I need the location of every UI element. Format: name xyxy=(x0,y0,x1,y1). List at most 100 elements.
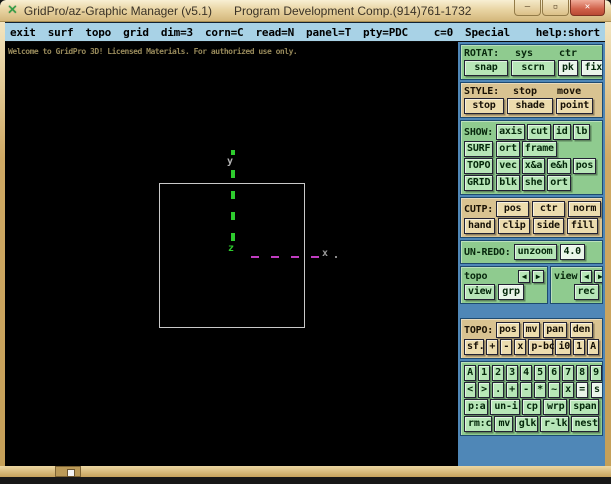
menu-item-exit[interactable]: exit xyxy=(10,26,36,39)
rotat-mode-ctr[interactable]: ctr xyxy=(559,48,577,59)
topo-button-1[interactable]: 1 xyxy=(573,339,585,355)
menu-item-dim-3[interactable]: dim=3 xyxy=(161,26,193,39)
keypad-button-span[interactable]: span xyxy=(569,399,599,415)
keypad-button-r-lk[interactable]: r-lk xyxy=(540,416,569,432)
topo-button-a[interactable]: A xyxy=(587,339,599,355)
rec-button[interactable]: rec xyxy=(573,284,599,300)
cutp-button-fill[interactable]: fill xyxy=(566,218,599,234)
rotat-button-fix[interactable]: fix xyxy=(580,60,602,76)
cutp-button-side[interactable]: side xyxy=(532,218,564,234)
cutp-button-clip[interactable]: clip xyxy=(498,218,530,234)
topo-button-sf[interactable]: sf. xyxy=(464,339,485,355)
menu-item-pty-pdc[interactable]: pty=PDC xyxy=(363,26,408,39)
menu-item-read-n[interactable]: read=N xyxy=(255,26,294,39)
show-button-id[interactable]: id xyxy=(552,124,571,140)
minimize-button[interactable]: – xyxy=(514,0,541,16)
style-button-shade[interactable]: shade xyxy=(507,98,553,114)
topo-show-button-x-a[interactable]: x&a xyxy=(521,158,546,174)
keypad-button-[interactable]: ~ xyxy=(548,382,560,398)
canvas-viewport[interactable]: Welcome to GridPro 3D! Licensed Material… xyxy=(5,42,458,466)
menu-item-help-short[interactable]: help:short xyxy=(536,26,600,39)
keypad-button-2[interactable]: 2 xyxy=(492,365,504,381)
style-mode-stop[interactable]: stop xyxy=(513,86,537,97)
view-next-icon[interactable]: ▶ xyxy=(594,270,602,283)
grid-button-ort[interactable]: ort xyxy=(547,175,571,191)
keypad-button-[interactable]: - xyxy=(520,382,532,398)
resize-grip[interactable] xyxy=(55,466,81,477)
topo-button-pos[interactable]: pos xyxy=(496,322,520,338)
menu-item-grid[interactable]: grid xyxy=(123,26,149,39)
keypad-button-s[interactable]: s xyxy=(591,382,602,398)
rotat-button-pk[interactable]: pk xyxy=(558,60,578,76)
keypad-button-6[interactable]: 6 xyxy=(548,365,560,381)
topo-show-button-pos[interactable]: pos xyxy=(572,158,597,174)
keypad-button-[interactable]: . xyxy=(492,382,504,398)
topo-button-pan[interactable]: pan xyxy=(543,322,567,338)
show-button-lb[interactable]: lb xyxy=(572,124,591,140)
cutp-button-pos[interactable]: pos xyxy=(496,201,530,217)
keypad-button-8[interactable]: 8 xyxy=(576,365,588,381)
menu-item-c-0[interactable]: c=0 xyxy=(434,26,453,39)
menu-item-panel-t[interactable]: panel=T xyxy=(306,26,351,39)
keypad-button-un-i[interactable]: un-i xyxy=(490,399,521,415)
keypad-button-[interactable]: + xyxy=(506,382,518,398)
topo-nav-button-view[interactable]: view xyxy=(464,284,496,300)
view-prev-icon[interactable]: ◀ xyxy=(580,270,593,283)
maximize-button[interactable]: ▫ xyxy=(542,0,569,16)
keypad-button-x[interactable]: x xyxy=(562,382,574,398)
keypad-button-[interactable]: * xyxy=(534,382,546,398)
keypad-button-1[interactable]: 1 xyxy=(478,365,490,381)
rotat-button-scrn[interactable]: scrn xyxy=(511,60,555,76)
keypad-button-4[interactable]: 4 xyxy=(520,365,532,381)
keypad-button-nest[interactable]: nest xyxy=(570,416,599,432)
menu-item-corn-c[interactable]: corn=C xyxy=(205,26,244,39)
topo-button-den[interactable]: den xyxy=(569,322,594,338)
topo-button-i0[interactable]: i0 xyxy=(555,339,571,355)
topo-button-[interactable]: - xyxy=(500,339,513,355)
keypad-button-mv[interactable]: mv xyxy=(494,416,513,432)
topo-next-icon[interactable]: ▶ xyxy=(532,270,544,283)
show-topo-button[interactable]: TOPO xyxy=(464,158,494,174)
unzoom-button[interactable]: unzoom xyxy=(513,244,557,260)
keypad-button-7[interactable]: 7 xyxy=(562,365,574,381)
topo-show-button-e-h[interactable]: e&h xyxy=(547,158,571,174)
topo-button-x[interactable]: x xyxy=(514,339,527,355)
keypad-button-wrp[interactable]: wrp xyxy=(542,399,568,415)
keypad-button-5[interactable]: 5 xyxy=(534,365,546,381)
keypad-button-glk[interactable]: glk xyxy=(514,416,539,432)
surf-button-frame[interactable]: frame xyxy=(521,141,557,157)
menu-item-topo[interactable]: topo xyxy=(85,26,111,39)
show-button-axis[interactable]: axis xyxy=(496,124,526,140)
rotat-button-snap[interactable]: snap xyxy=(464,60,508,76)
zoom-factor-field[interactable]: 4.0 xyxy=(559,244,585,260)
cutp-button-ctr[interactable]: ctr xyxy=(532,201,566,217)
topo-button-p-bc[interactable]: p-bc xyxy=(528,339,555,355)
keypad-button-3[interactable]: 3 xyxy=(506,365,518,381)
keypad-button-p-a[interactable]: p:a xyxy=(464,399,489,415)
keypad-button-[interactable]: < xyxy=(464,382,476,398)
cutp-button-hand[interactable]: hand xyxy=(464,218,496,234)
menu-item-surf[interactable]: surf xyxy=(48,26,74,39)
keypad-button-[interactable]: = xyxy=(576,382,588,398)
rotat-mode-sys[interactable]: sys xyxy=(515,48,533,59)
style-button-point[interactable]: point xyxy=(556,98,594,114)
keypad-button-rm-c[interactable]: rm:c xyxy=(464,416,493,432)
close-button[interactable]: ✕ xyxy=(570,0,605,16)
topo-show-button-vec[interactable]: vec xyxy=(496,158,520,174)
style-mode-move[interactable]: move xyxy=(557,86,581,97)
keypad-button-[interactable]: > xyxy=(478,382,490,398)
show-grid-button[interactable]: GRID xyxy=(464,175,494,191)
grid-button-blk[interactable]: blk xyxy=(496,175,520,191)
topo-prev-icon[interactable]: ◀ xyxy=(518,270,530,283)
grid-button-she[interactable]: she xyxy=(521,175,546,191)
keypad-button-cp[interactable]: cp xyxy=(522,399,541,415)
keypad-button-9[interactable]: 9 xyxy=(590,365,602,381)
style-button-stop[interactable]: stop xyxy=(464,98,504,114)
topo-button-[interactable]: + xyxy=(486,339,499,355)
surf-button-ort[interactable]: ort xyxy=(496,141,520,157)
menu-item-special[interactable]: Special xyxy=(465,26,510,39)
show-button-cut[interactable]: cut xyxy=(527,124,551,140)
show-surf-button[interactable]: SURF xyxy=(464,141,494,157)
topo-nav-button-grp[interactable]: grp xyxy=(498,284,524,300)
topo-button-mv[interactable]: mv xyxy=(522,322,541,338)
